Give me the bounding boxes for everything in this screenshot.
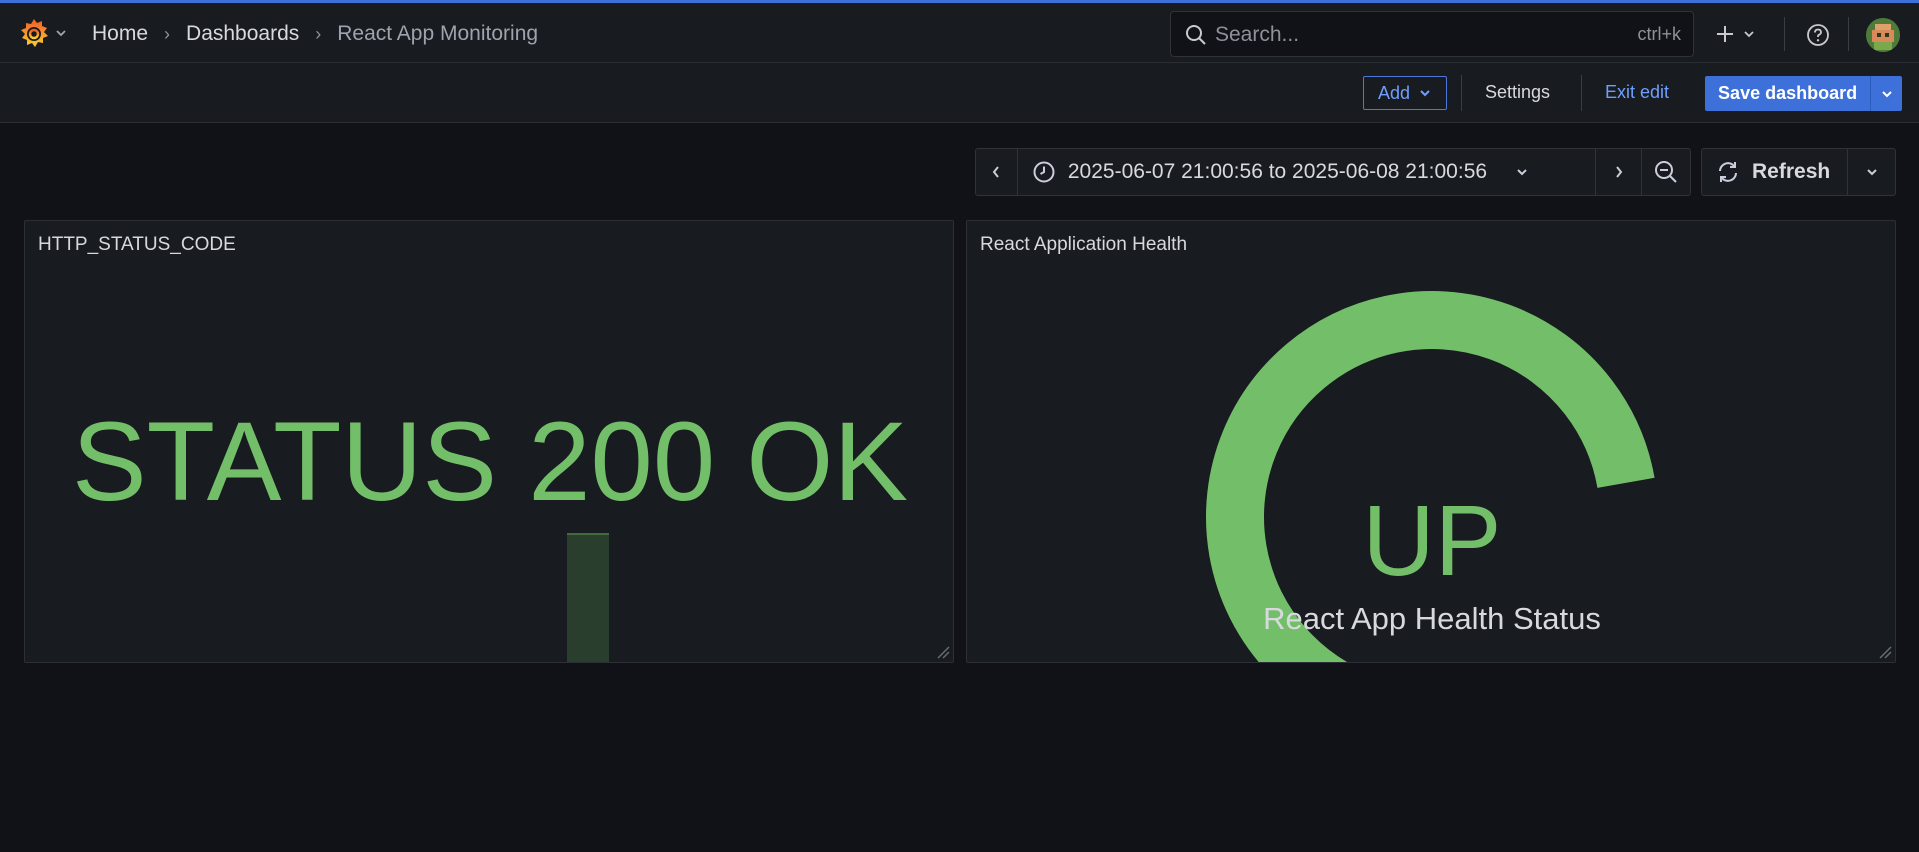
chevron-down-icon — [1881, 90, 1892, 97]
resize-handle-icon[interactable] — [936, 645, 950, 659]
new-menu-button[interactable] — [1714, 19, 1760, 49]
search-input[interactable] — [1213, 20, 1577, 50]
search-shortcut-hint: ctrl+k — [1637, 24, 1681, 44]
panel-react-application-health[interactable]: React Application Health UP React App He… — [966, 220, 1896, 663]
panel-http-status-code[interactable]: HTTP_STATUS_CODE STATUS 200 OK — [24, 220, 954, 663]
search-box[interactable]: ctrl+k — [1170, 11, 1694, 57]
time-range-button[interactable]: 2025-06-07 21:00:56 to 2025-06-08 21:00:… — [1018, 149, 1597, 195]
avatar[interactable] — [1866, 18, 1900, 52]
divider — [1581, 75, 1582, 111]
sparkline-bar — [567, 533, 609, 662]
add-button-label: Add — [1377, 82, 1411, 103]
breadcrumb-dashboards[interactable]: Dashboards — [186, 22, 299, 46]
time-range-label: 2025-06-07 21:00:56 to 2025-06-08 21:00:… — [1067, 160, 1488, 183]
time-back-button[interactable] — [976, 149, 1018, 195]
chevron-left-icon — [993, 166, 1000, 178]
plus-icon — [1717, 26, 1733, 42]
breadcrumb-current-dashboard: React App Monitoring — [337, 22, 539, 45]
settings-button[interactable]: Settings — [1485, 82, 1550, 103]
zoom-out-button[interactable] — [1642, 149, 1690, 195]
refresh-icon — [1719, 162, 1737, 182]
gauge-value: UP — [1362, 485, 1502, 597]
gauge-label: React App Health Status — [1263, 601, 1601, 636]
save-options-dropdown[interactable] — [1870, 76, 1902, 111]
add-button[interactable]: Add — [1363, 76, 1447, 110]
save-dashboard-button[interactable]: Save dashboard — [1705, 76, 1902, 111]
save-dashboard-label[interactable]: Save dashboard — [1705, 76, 1870, 111]
chevron-down-icon[interactable] — [55, 27, 67, 41]
search-icon — [1186, 25, 1206, 45]
grafana-logo-icon[interactable] — [16, 16, 52, 52]
time-range-picker: 2025-06-07 21:00:56 to 2025-06-08 21:00:… — [975, 148, 1691, 196]
divider — [1461, 75, 1462, 111]
dashboard-toolbar: Add Settings Exit edit Save dashboard — [0, 63, 1919, 123]
clock-icon — [1033, 161, 1055, 183]
resize-handle-icon[interactable] — [1878, 645, 1892, 659]
help-icon[interactable] — [1806, 23, 1830, 47]
chevron-right-icon: › — [315, 23, 322, 44]
top-navbar: Home › Dashboards › React App Monitoring… — [0, 3, 1919, 63]
refresh-picker: Refresh — [1701, 148, 1896, 196]
chevron-down-icon — [1517, 169, 1527, 176]
refresh-label: Refresh — [1752, 160, 1831, 183]
breadcrumb: Home › Dashboards › React App Monitoring — [92, 22, 538, 46]
zoom-out-icon — [1655, 161, 1677, 183]
chevron-down-icon — [1744, 31, 1754, 38]
breadcrumb-home[interactable]: Home — [92, 22, 148, 46]
time-forward-button[interactable] — [1596, 149, 1643, 195]
chevron-right-icon — [1615, 166, 1622, 178]
refresh-button[interactable]: Refresh — [1702, 149, 1848, 195]
panel-title[interactable]: HTTP_STATUS_CODE — [38, 234, 236, 256]
chevron-right-icon: › — [164, 23, 171, 44]
chevron-down-icon — [1420, 90, 1430, 97]
divider — [1784, 17, 1785, 51]
exit-edit-button[interactable]: Exit edit — [1605, 82, 1669, 103]
chevron-down-icon — [1866, 169, 1877, 176]
stat-value: STATUS 200 OK — [71, 399, 909, 524]
divider — [1848, 17, 1849, 51]
refresh-interval-dropdown[interactable] — [1848, 149, 1895, 195]
